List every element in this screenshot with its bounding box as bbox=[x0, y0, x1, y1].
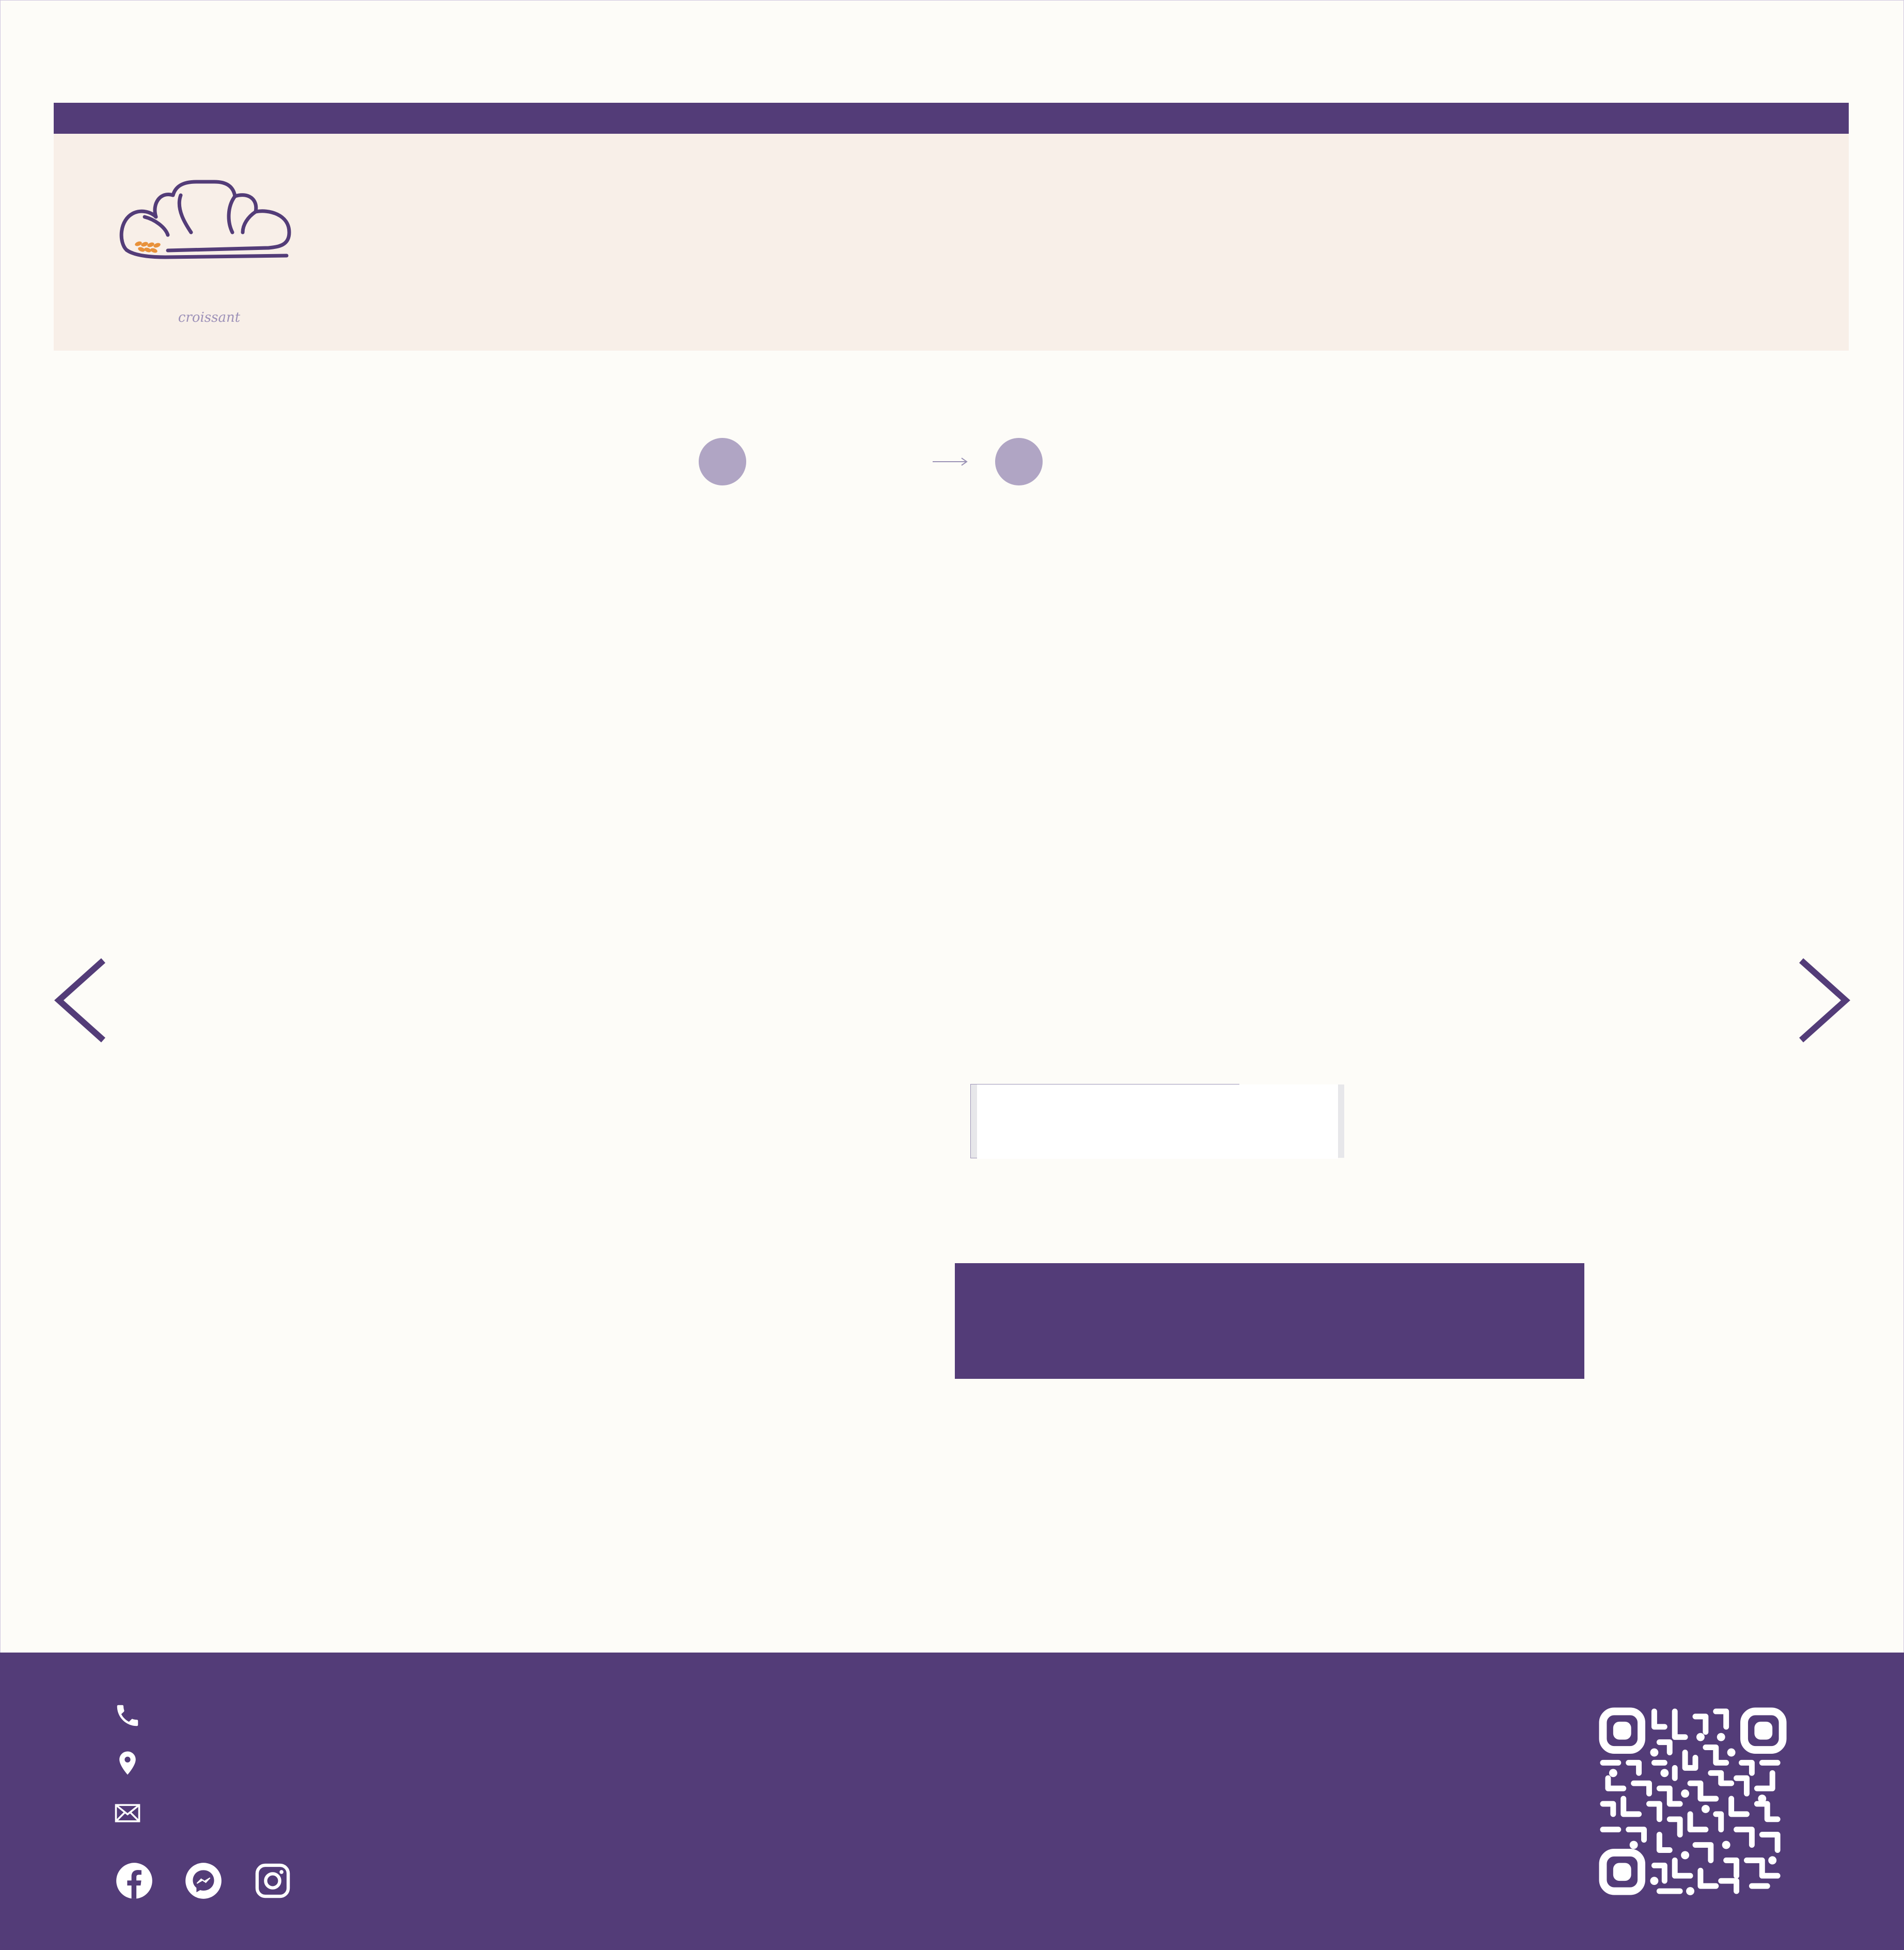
logo-caption: croissant bbox=[178, 310, 241, 325]
primary-action-button[interactable] bbox=[955, 1263, 1584, 1379]
croissant-logo-icon[interactable] bbox=[119, 155, 294, 279]
location-pin-icon bbox=[119, 1751, 136, 1775]
instagram-icon[interactable] bbox=[253, 1861, 292, 1900]
header-band bbox=[54, 134, 1849, 351]
step-indicator-2 bbox=[995, 438, 1043, 485]
chevron-left-icon[interactable] bbox=[52, 956, 108, 1044]
qr-code-icon[interactable] bbox=[1598, 1706, 1788, 1896]
messenger-icon[interactable] bbox=[184, 1861, 223, 1900]
quantity-increment-button[interactable] bbox=[1338, 1084, 1344, 1158]
facebook-icon[interactable] bbox=[115, 1861, 154, 1900]
phone-icon bbox=[117, 1705, 138, 1726]
chevron-right-icon[interactable] bbox=[1796, 956, 1853, 1044]
step-indicator-1 bbox=[699, 438, 746, 485]
quantity-input[interactable] bbox=[977, 1084, 1338, 1159]
quantity-stepper bbox=[970, 1084, 1344, 1159]
mail-icon bbox=[115, 1804, 140, 1822]
top-accent-bar bbox=[54, 103, 1849, 134]
arrow-right-icon bbox=[933, 458, 968, 466]
quantity-decrement-button[interactable] bbox=[971, 1084, 977, 1158]
